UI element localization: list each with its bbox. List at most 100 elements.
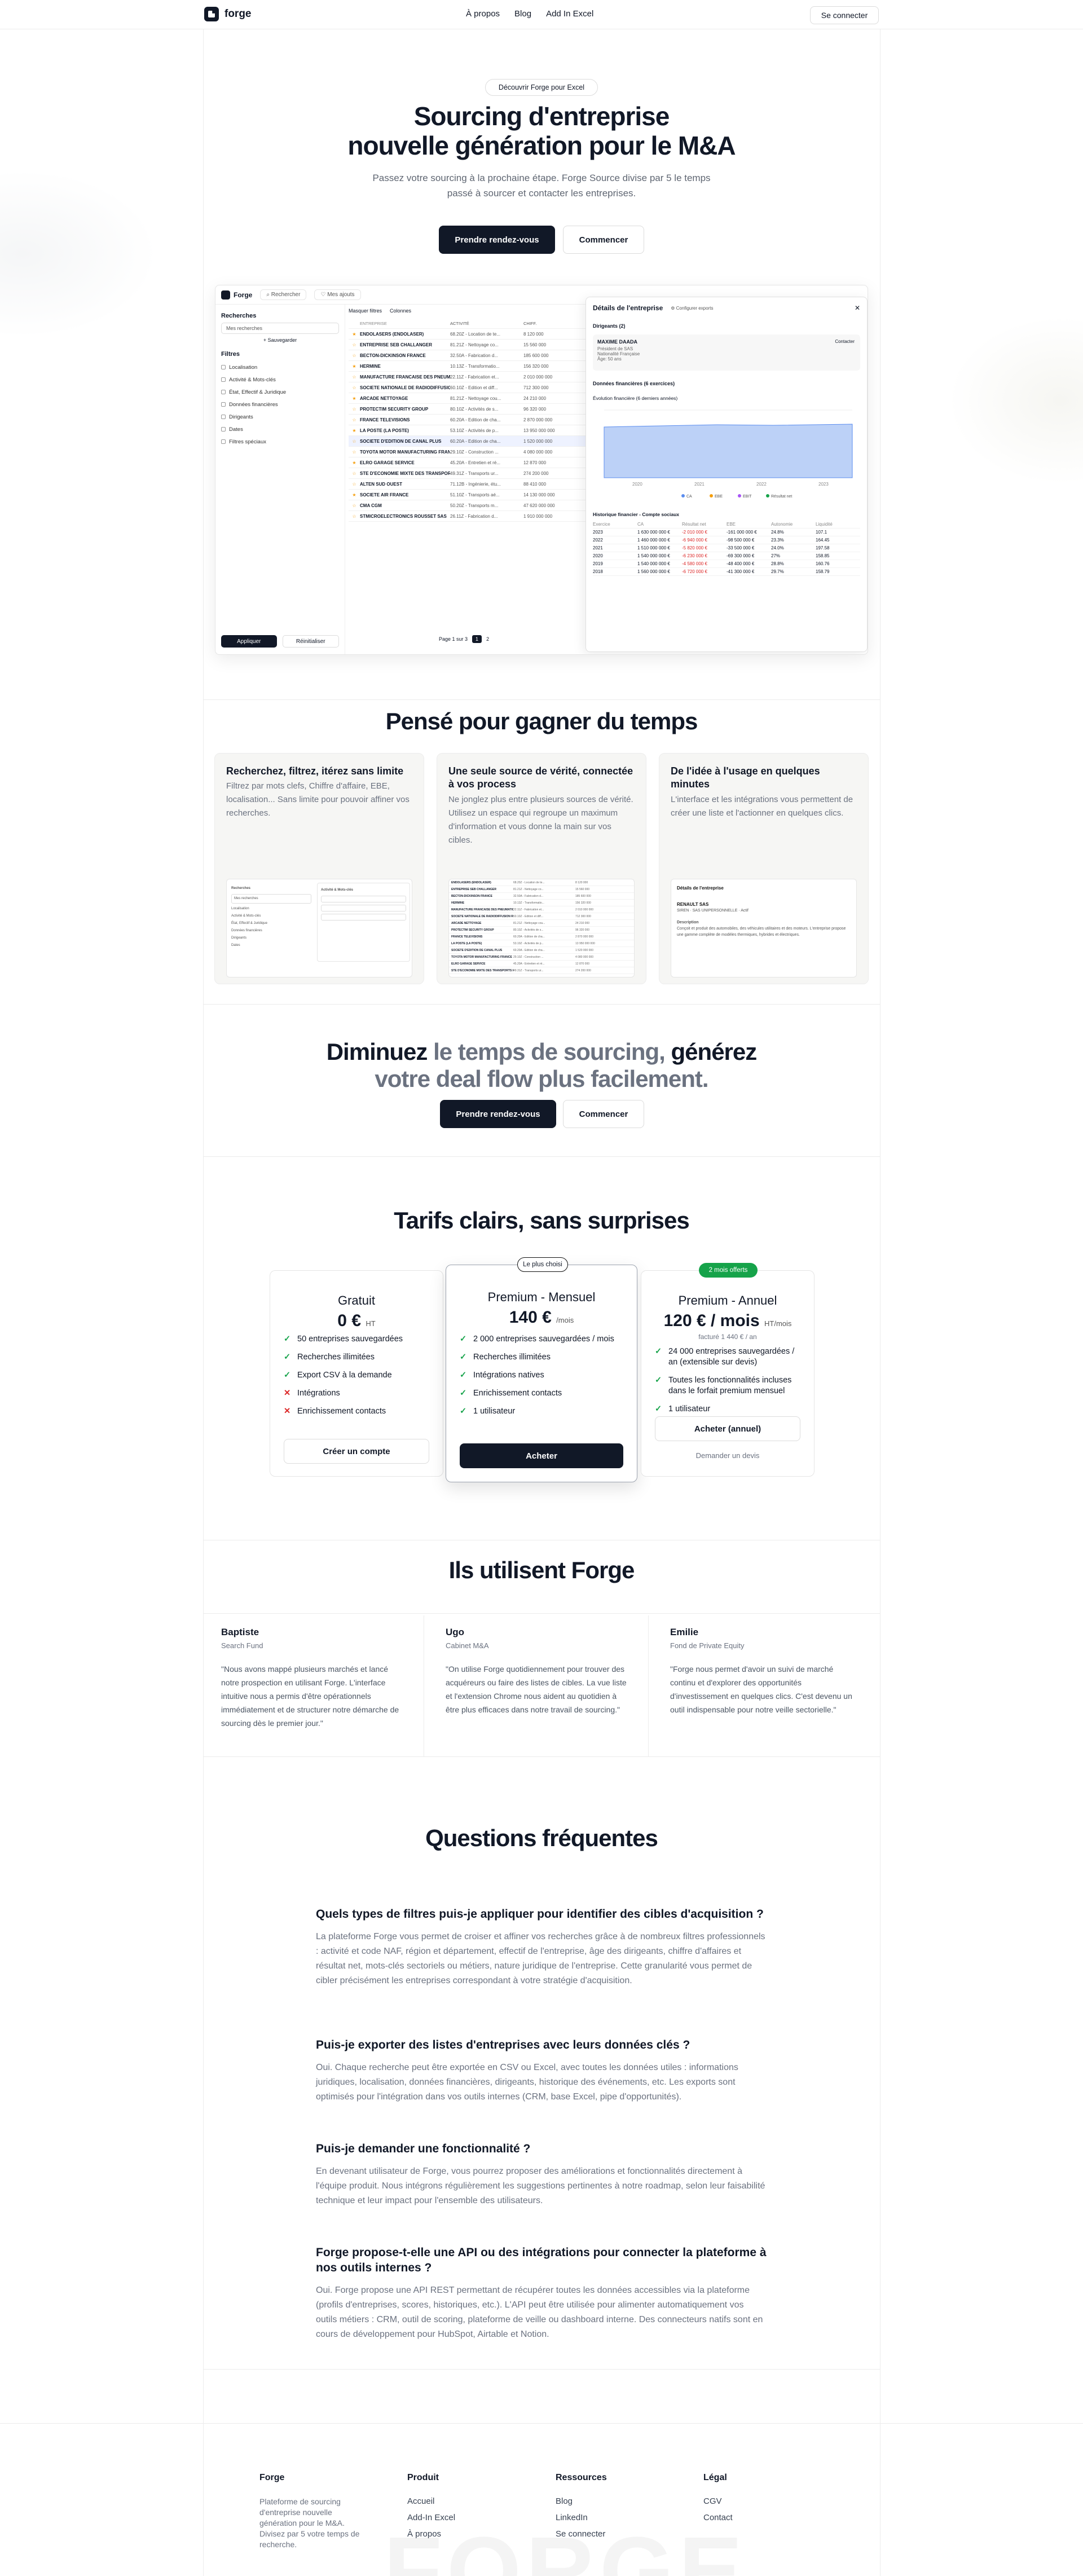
footer-link[interactable]: CGV — [703, 2496, 733, 2506]
star-icon[interactable]: ★ — [349, 428, 360, 433]
filter-item[interactable]: Données financières — [221, 398, 339, 411]
app-search[interactable]: ⌕ Rechercher — [260, 289, 307, 300]
footer-link[interactable]: Blog — [556, 2496, 607, 2506]
faq-question[interactable]: Puis-je demander une fonctionnalité ? — [316, 2141, 767, 2156]
star-icon[interactable]: ★ — [349, 492, 360, 497]
create-account-button[interactable]: Créer un compte — [284, 1439, 429, 1464]
cta-get-started-button[interactable]: Commencer — [563, 1100, 644, 1128]
apply-button[interactable]: Appliquer — [221, 635, 277, 648]
filter-icon — [221, 427, 226, 431]
star-icon[interactable]: ☆ — [349, 503, 360, 508]
faq-question[interactable]: Forge propose-t-elle une API ou des inté… — [316, 2245, 767, 2275]
faq-question[interactable]: Quels types de filtres puis-je appliquer… — [316, 1906, 767, 1922]
saved-searches-select[interactable]: Mes recherches — [221, 323, 339, 334]
page-2[interactable]: 2 — [486, 636, 489, 642]
star-icon[interactable]: ☆ — [349, 407, 360, 412]
nav-link-about[interactable]: À propos — [466, 9, 500, 19]
reset-button[interactable]: Réinitialiser — [282, 635, 339, 648]
faq-question[interactable]: Puis-je exporter des listes d'entreprise… — [316, 2037, 767, 2053]
star-icon[interactable]: ☆ — [349, 439, 360, 444]
star-icon[interactable]: ☆ — [349, 471, 360, 476]
star-icon[interactable]: ☆ — [349, 375, 360, 380]
table-row[interactable]: ☆ TOYOTA MOTOR MANUFACTURING FRANCE 29.10Z… — [349, 447, 585, 457]
star-icon[interactable]: ★ — [349, 364, 360, 369]
nav-link-excel[interactable]: Add In Excel — [546, 9, 593, 19]
request-quote-link[interactable]: Demander un devis — [641, 1451, 814, 1460]
table-row[interactable]: ★ ENDOLASERS (ENDOLASER) 68.20Z - Location… — [349, 329, 585, 340]
faq-answer: Oui. Forge propose une API REST permetta… — [316, 2286, 763, 2339]
table-cell: 274 200 000 — [523, 470, 549, 476]
cta-part: générez — [664, 1038, 758, 1065]
star-icon[interactable]: ☆ — [349, 385, 360, 390]
star-icon[interactable]: ☆ — [349, 450, 360, 455]
table-row[interactable]: ☆ ENTREPRISE SEB CHALLANGER 81.21Z - Netto… — [349, 340, 585, 350]
cta-book-demo-button[interactable]: Prendre rendez-vous — [440, 1100, 556, 1128]
table-row[interactable]: ☆STE D'ECONOMIE MIXTE DES TRANSPORTS EN … — [349, 468, 585, 479]
filter-item[interactable]: Activité & Mots-clés — [221, 373, 339, 386]
page-1[interactable]: 1 — [472, 635, 482, 643]
nav-link-blog[interactable]: Blog — [514, 9, 531, 19]
hide-filters-button[interactable]: Masquer filtres — [349, 308, 382, 314]
filter-item[interactable]: Dirigeants — [221, 411, 339, 423]
table-row[interactable]: ☆ PROTECTIM SECURITY GROUP 80.10Z - Activi… — [349, 404, 585, 415]
table-row[interactable]: ☆SOCIETE NATIONALE DE RADIODIFFUSION RAD… — [349, 382, 585, 393]
star-icon[interactable]: ☆ — [349, 353, 360, 358]
close-icon[interactable]: ✕ — [855, 304, 860, 312]
book-demo-button[interactable]: Prendre rendez-vous — [439, 226, 555, 254]
history-cell: -161 000 000 € — [727, 530, 757, 535]
footer-link[interactable]: LinkedIn — [556, 2513, 607, 2522]
table-row[interactable]: ☆ STMICROELECTRONICS ROUSSET SAS 26.11Z - … — [349, 511, 585, 522]
save-search-button[interactable]: + Sauvegarder — [221, 337, 339, 343]
faq-item[interactable]: Puis-je demander une fonctionnalité ? En… — [316, 2141, 767, 2208]
signin-button[interactable]: Se connecter — [810, 6, 879, 24]
table-row[interactable]: ☆ FRANCE TELEVISIONS 60.20A - Edition de c… — [349, 415, 585, 425]
app-search-label: Rechercher — [271, 292, 301, 298]
footer-link[interactable]: Accueil — [407, 2496, 455, 2506]
columns-button[interactable]: Colonnes — [390, 308, 411, 314]
table-row[interactable]: ★ ELRO GARAGE SERVICE 45.20A - Entretien e… — [349, 457, 585, 468]
footer-link[interactable]: Add-In Excel — [407, 2513, 455, 2522]
footer-link[interactable]: À propos — [407, 2529, 455, 2539]
table-row[interactable]: ★ HERMINE 10.13Z - Transformatio... 156 320… — [349, 361, 585, 372]
app-tips[interactable]: ♡ Mes ajouts — [314, 289, 361, 300]
filter-item[interactable]: Dates — [221, 423, 339, 435]
faq-item[interactable]: Forge propose-t-elle une API ou des inté… — [316, 2245, 767, 2342]
filter-icon — [221, 365, 226, 369]
star-icon[interactable]: ★ — [349, 332, 360, 337]
table-row[interactable]: ★ ARCADE NETTOYAGE 81.21Z - Nettoyage cou.… — [349, 393, 585, 404]
table-row[interactable]: ★ SOCIETE AIR FRANCE 51.10Z - Transports a… — [349, 490, 585, 500]
filter-item[interactable]: Localisation — [221, 361, 339, 373]
footer-link[interactable]: Se connecter — [556, 2529, 607, 2539]
get-started-button[interactable]: Commencer — [563, 226, 644, 254]
panel-export[interactable]: ⚙ Configurer exports — [671, 306, 713, 311]
testimonial-quote: "On utilise Forge quotidiennement pour t… — [446, 1665, 627, 1714]
table-row[interactable]: ☆ CMA CGM 50.20Z - Transports m... 47 620 0… — [349, 500, 585, 511]
footer-link[interactable]: Contact — [703, 2513, 733, 2522]
plan-features: ✓ 50 entreprises sauvegardées ✓ Recherches … — [284, 1334, 429, 1424]
table-cell: ENDOLASERS (ENDOLASER) — [360, 331, 424, 337]
faq-item[interactable]: Quels types de filtres puis-je appliquer… — [316, 1906, 767, 1988]
manager-card: MAXIME DAADA Président de SAS Nationalit… — [593, 334, 860, 371]
star-icon[interactable]: ★ — [349, 460, 360, 465]
manager-role: Président de SAS — [597, 346, 633, 351]
star-icon[interactable]: ☆ — [349, 514, 360, 519]
table-row[interactable]: ☆ SOCIETE D'EDITION DE CANAL PLUS 60.20A -… — [349, 436, 585, 447]
table-row[interactable]: ☆ BECTON-DICKINSON FRANCE 32.50A - Fabrica… — [349, 350, 585, 361]
logo[interactable]: forge — [204, 7, 252, 21]
table-row[interactable]: ★ LA POSTE (LA POSTE) 53.10Z - Activités d… — [349, 425, 585, 436]
buy-annual-button[interactable]: Acheter (annuel) — [655, 1416, 800, 1441]
star-icon[interactable]: ★ — [349, 396, 360, 401]
star-icon[interactable]: ☆ — [349, 342, 360, 347]
star-icon[interactable]: ☆ — [349, 417, 360, 422]
faq-item[interactable]: Puis-je exporter des listes d'entreprise… — [316, 2037, 767, 2104]
filter-item[interactable]: État, Effectif & Juridique — [221, 386, 339, 398]
star-icon[interactable]: ☆ — [349, 482, 360, 487]
table-row[interactable]: ☆MANUFACTURE FRANCAISE DES PNEUMATIQUES2… — [349, 372, 585, 382]
table-row[interactable]: ☆ ALTEN SUD OUEST 71.12B - Ingénierie, étu… — [349, 479, 585, 490]
filter-item[interactable]: Filtres spéciaux — [221, 435, 339, 448]
hero-badge[interactable]: Découvrir Forge pour Excel — [485, 79, 598, 96]
contact-button[interactable]: Contacter — [835, 339, 855, 344]
table-cell: SOCIETE D'EDITION DE CANAL PLUS — [360, 438, 442, 444]
buy-monthly-button[interactable]: Acheter — [460, 1443, 623, 1468]
financial-chart: 2020 2021 2022 2023 CA EBE EBIT Résultat net — [604, 409, 853, 499]
